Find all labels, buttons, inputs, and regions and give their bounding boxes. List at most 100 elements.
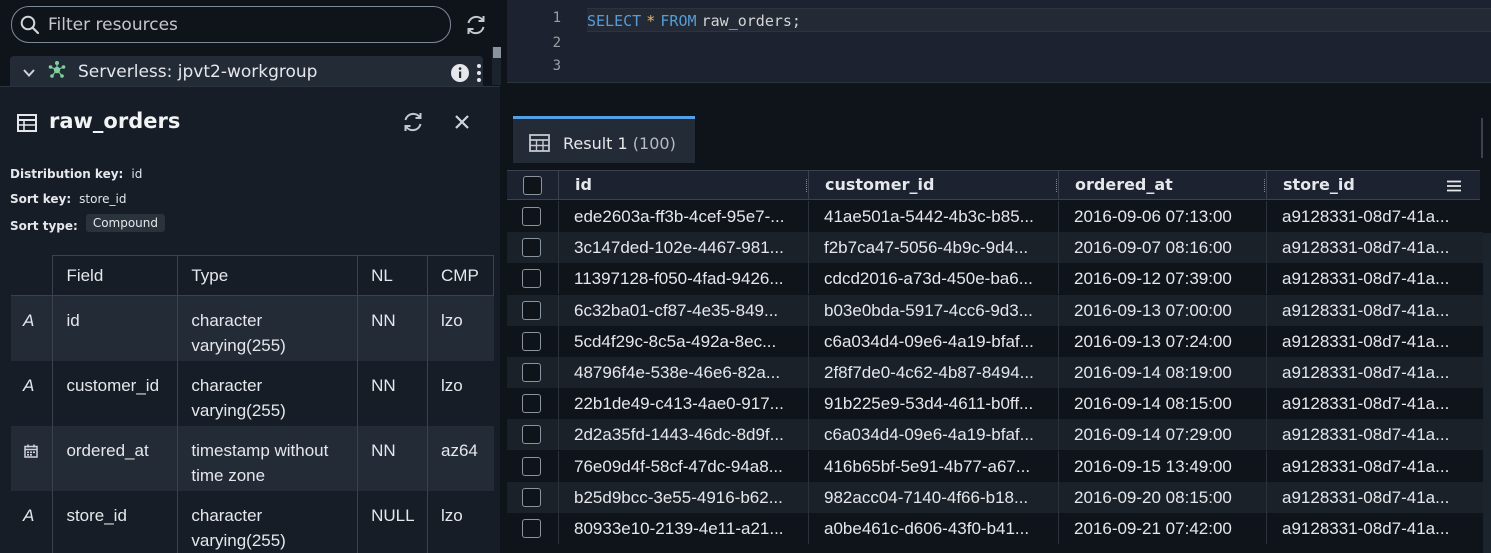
- cell-id[interactable]: 2d2a35fd-1443-46dc-8d9f...: [558, 419, 808, 451]
- scrollbar-thumb[interactable]: [493, 47, 501, 58]
- cell-ordered-at[interactable]: 2016-09-13 07:24:00: [1058, 325, 1266, 357]
- result-tab[interactable]: Result 1 (100): [513, 116, 695, 163]
- cell-id[interactable]: b25d9bcc-3e55-4916-b62...: [558, 481, 808, 513]
- code-line-1[interactable]: SELECT * FROM raw_orders;: [587, 11, 801, 30]
- row-checkbox[interactable]: [522, 300, 541, 320]
- column-header-ordered-at[interactable]: ordered_at: [1058, 171, 1266, 200]
- cell-ordered-at[interactable]: 2016-09-20 08:15:00: [1058, 481, 1266, 513]
- cell-store-id[interactable]: a9128331-08d7-41a...: [1266, 450, 1483, 482]
- editor-divider[interactable]: [507, 82, 1491, 107]
- column-menu-icon[interactable]: [1447, 177, 1461, 196]
- cell-ordered-at[interactable]: 2016-09-13 07:00:00: [1058, 294, 1266, 326]
- column-header-type[interactable]: Type: [177, 255, 359, 296]
- column-header-field[interactable]: Field: [52, 255, 179, 296]
- info-icon[interactable]: [450, 63, 470, 87]
- cell-customer-id[interactable]: 41ae501a-5442-4b3c-b85...: [808, 201, 1058, 232]
- row-checkbox[interactable]: [522, 238, 541, 258]
- cell-customer-id[interactable]: b03e0bda-5917-4cc6-9d3...: [808, 294, 1058, 326]
- filter-resources-search[interactable]: [11, 6, 451, 43]
- close-icon[interactable]: [453, 113, 471, 135]
- cell-customer-id[interactable]: 416b65bf-5e91-4b77-a67...: [808, 450, 1058, 482]
- cell-id[interactable]: 11397128-f050-4fad-9426...: [558, 263, 808, 295]
- row-select-cell[interactable]: [507, 419, 558, 450]
- cell-store-id[interactable]: a9128331-08d7-41a...: [1266, 357, 1483, 388]
- cell-id[interactable]: 3c147ded-102e-4467-981...: [558, 232, 808, 264]
- row-select-cell[interactable]: [507, 451, 558, 482]
- cell-store-id[interactable]: a9128331-08d7-41a...: [1266, 388, 1483, 420]
- row-checkbox[interactable]: [522, 363, 541, 382]
- active-code-line[interactable]: SELECT * FROM raw_orders;: [587, 8, 1491, 32]
- resource-scrollbar[interactable]: [492, 47, 501, 85]
- search-input[interactable]: [48, 12, 438, 38]
- cell-store-id[interactable]: a9128331-08d7-41a...: [1266, 481, 1483, 513]
- cell-customer-id[interactable]: cdcd2016-a73d-450e-ba6...: [808, 263, 1058, 295]
- cell-customer-id[interactable]: 91b225e9-53d4-4611-b0ff...: [808, 388, 1058, 420]
- cell-ordered-at[interactable]: 2016-09-14 07:29:00: [1058, 419, 1266, 451]
- cell-id[interactable]: 5cd4f29c-8c5a-492a-8ec...: [558, 325, 808, 357]
- row-select-cell[interactable]: [507, 513, 558, 544]
- cell-customer-id[interactable]: a0be461c-d606-43f0-b41...: [808, 513, 1058, 544]
- column-header-id[interactable]: id: [558, 171, 808, 200]
- cell-ordered-at[interactable]: 2016-09-06 07:13:00: [1058, 201, 1266, 232]
- column-header-customer-id[interactable]: customer_id: [808, 171, 1058, 200]
- cell-store-id[interactable]: a9128331-08d7-41a...: [1266, 294, 1483, 326]
- field-row[interactable]: A id character varying(255) NN lzo: [11, 295, 494, 361]
- column-header-cmp[interactable]: CMP: [427, 255, 494, 296]
- row-checkbox[interactable]: [522, 425, 541, 445]
- row-select-cell[interactable]: [507, 388, 558, 419]
- cell-id[interactable]: 6c32ba01-cf87-4e35-849...: [558, 294, 808, 326]
- table-row[interactable]: 76e09d4f-58cf-47dc-94a8... 416b65bf-5e91-…: [507, 450, 1483, 482]
- column-header-nl[interactable]: NL: [357, 255, 429, 296]
- select-all-checkbox[interactable]: [523, 176, 542, 195]
- cell-id[interactable]: 48796f4e-538e-46e6-82a...: [558, 357, 808, 388]
- cell-id[interactable]: 76e09d4f-58cf-47dc-94a8...: [558, 450, 808, 482]
- cell-store-id[interactable]: a9128331-08d7-41a...: [1266, 232, 1483, 264]
- refresh-table-icon[interactable]: [402, 111, 424, 137]
- row-select-cell[interactable]: [507, 357, 558, 388]
- cell-store-id[interactable]: a9128331-08d7-41a...: [1266, 325, 1483, 357]
- row-select-cell[interactable]: [507, 326, 558, 357]
- row-checkbox[interactable]: [522, 269, 541, 289]
- cell-ordered-at[interactable]: 2016-09-21 07:42:00: [1058, 513, 1266, 544]
- table-row[interactable]: 11397128-f050-4fad-9426... cdcd2016-a73d-…: [507, 263, 1483, 295]
- row-checkbox[interactable]: [522, 456, 541, 476]
- cell-store-id[interactable]: a9128331-08d7-41a...: [1266, 419, 1483, 451]
- workgroup-tree-item[interactable]: Serverless: jpvt2-workgroup: [10, 56, 483, 88]
- chevron-down-icon[interactable]: [22, 65, 36, 84]
- cell-ordered-at[interactable]: 2016-09-12 07:39:00: [1058, 263, 1266, 295]
- row-checkbox[interactable]: [522, 207, 541, 226]
- cell-ordered-at[interactable]: 2016-09-15 13:49:00: [1058, 450, 1266, 482]
- table-row[interactable]: 80933e10-2139-4e11-a21... a0be461c-d606-4…: [507, 513, 1483, 544]
- field-row[interactable]: ordered_at timestamp without time zone NN…: [11, 425, 494, 491]
- table-row[interactable]: 3c147ded-102e-4467-981... f2b7ca47-5056-4…: [507, 232, 1483, 264]
- cell-customer-id[interactable]: 982acc04-7140-4f66-b18...: [808, 481, 1058, 513]
- table-row[interactable]: 5cd4f29c-8c5a-492a-8ec... c6a034d4-09e6-4…: [507, 325, 1483, 357]
- row-checkbox[interactable]: [522, 331, 541, 351]
- cell-ordered-at[interactable]: 2016-09-14 08:15:00: [1058, 388, 1266, 420]
- table-row[interactable]: 2d2a35fd-1443-46dc-8d9f... c6a034d4-09e6-…: [507, 419, 1483, 451]
- cell-store-id[interactable]: a9128331-08d7-41a...: [1266, 513, 1483, 544]
- results-scrollbar[interactable]: [1483, 233, 1491, 553]
- table-row[interactable]: 22b1de49-c413-4ae0-917... 91b225e9-53d4-4…: [507, 388, 1483, 420]
- row-checkbox[interactable]: [522, 394, 541, 414]
- cell-customer-id[interactable]: f2b7ca47-5056-4b9c-9d4...: [808, 232, 1058, 264]
- row-select-cell[interactable]: [507, 482, 558, 513]
- cell-id[interactable]: ede2603a-ff3b-4cef-95e7-...: [558, 201, 808, 232]
- table-row[interactable]: b25d9bcc-3e55-4916-b62... 982acc04-7140-4…: [507, 481, 1483, 513]
- table-row[interactable]: 6c32ba01-cf87-4e35-849... b03e0bda-5917-4…: [507, 294, 1483, 326]
- table-row[interactable]: 48796f4e-538e-46e6-82a... 2f8f7de0-4c62-4…: [507, 357, 1483, 388]
- cell-ordered-at[interactable]: 2016-09-14 08:19:00: [1058, 357, 1266, 388]
- cell-id[interactable]: 22b1de49-c413-4ae0-917...: [558, 388, 808, 420]
- row-checkbox[interactable]: [522, 519, 541, 538]
- field-row[interactable]: A store_id character varying(255) NULL lz…: [11, 490, 494, 553]
- field-row[interactable]: A customer_id character varying(255) NN l…: [11, 360, 494, 426]
- cell-id[interactable]: 80933e10-2139-4e11-a21...: [558, 513, 808, 544]
- row-select-cell[interactable]: [507, 263, 558, 294]
- row-select-cell[interactable]: [507, 295, 558, 326]
- cell-customer-id[interactable]: c6a034d4-09e6-4a19-bfaf...: [808, 419, 1058, 451]
- row-select-cell[interactable]: [507, 232, 558, 263]
- row-checkbox[interactable]: [522, 487, 541, 507]
- cell-store-id[interactable]: a9128331-08d7-41a...: [1266, 263, 1483, 295]
- refresh-resources-icon[interactable]: [465, 14, 487, 40]
- cell-customer-id[interactable]: 2f8f7de0-4c62-4b87-8494...: [808, 357, 1058, 388]
